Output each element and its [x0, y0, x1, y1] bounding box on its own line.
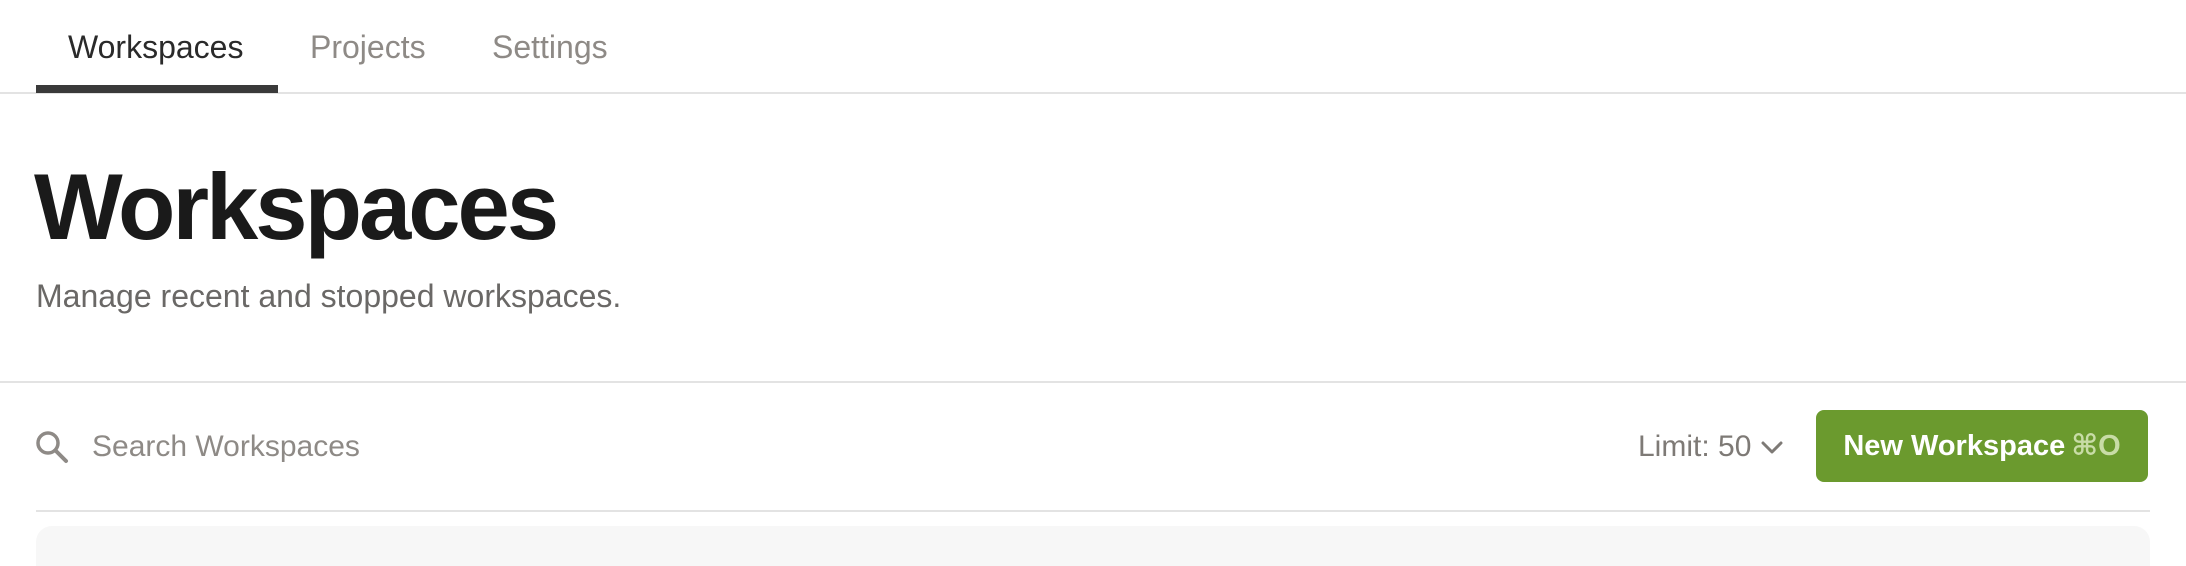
- search-input[interactable]: [92, 419, 792, 475]
- page-subtitle: Manage recent and stopped workspaces.: [36, 278, 622, 314]
- workspace-list: [36, 526, 2150, 566]
- tab-settings[interactable]: Settings: [492, 0, 608, 94]
- search-icon: [34, 429, 70, 465]
- toolbar-divider: [36, 510, 2150, 512]
- limit-label: Limit: 50: [1638, 430, 1752, 463]
- active-tab-indicator: [36, 85, 278, 93]
- new-workspace-button[interactable]: New Workspace ⌘O: [1816, 410, 2148, 482]
- workspace-toolbar: Limit: 50 New Workspace⌘O: [0, 383, 2186, 511]
- new-workspace-label: New Workspace: [1843, 430, 2066, 462]
- chevron-down-icon: [1761, 418, 1783, 474]
- limit-select[interactable]: Limit: 50: [1638, 419, 1783, 475]
- keyboard-shortcut: ⌘O: [2071, 430, 2121, 462]
- page-title: Workspaces: [34, 154, 559, 259]
- tab-workspaces[interactable]: Workspaces: [68, 0, 243, 94]
- top-tab-bar: Workspaces Projects Settings: [0, 0, 2186, 94]
- tab-projects[interactable]: Projects: [310, 0, 426, 94]
